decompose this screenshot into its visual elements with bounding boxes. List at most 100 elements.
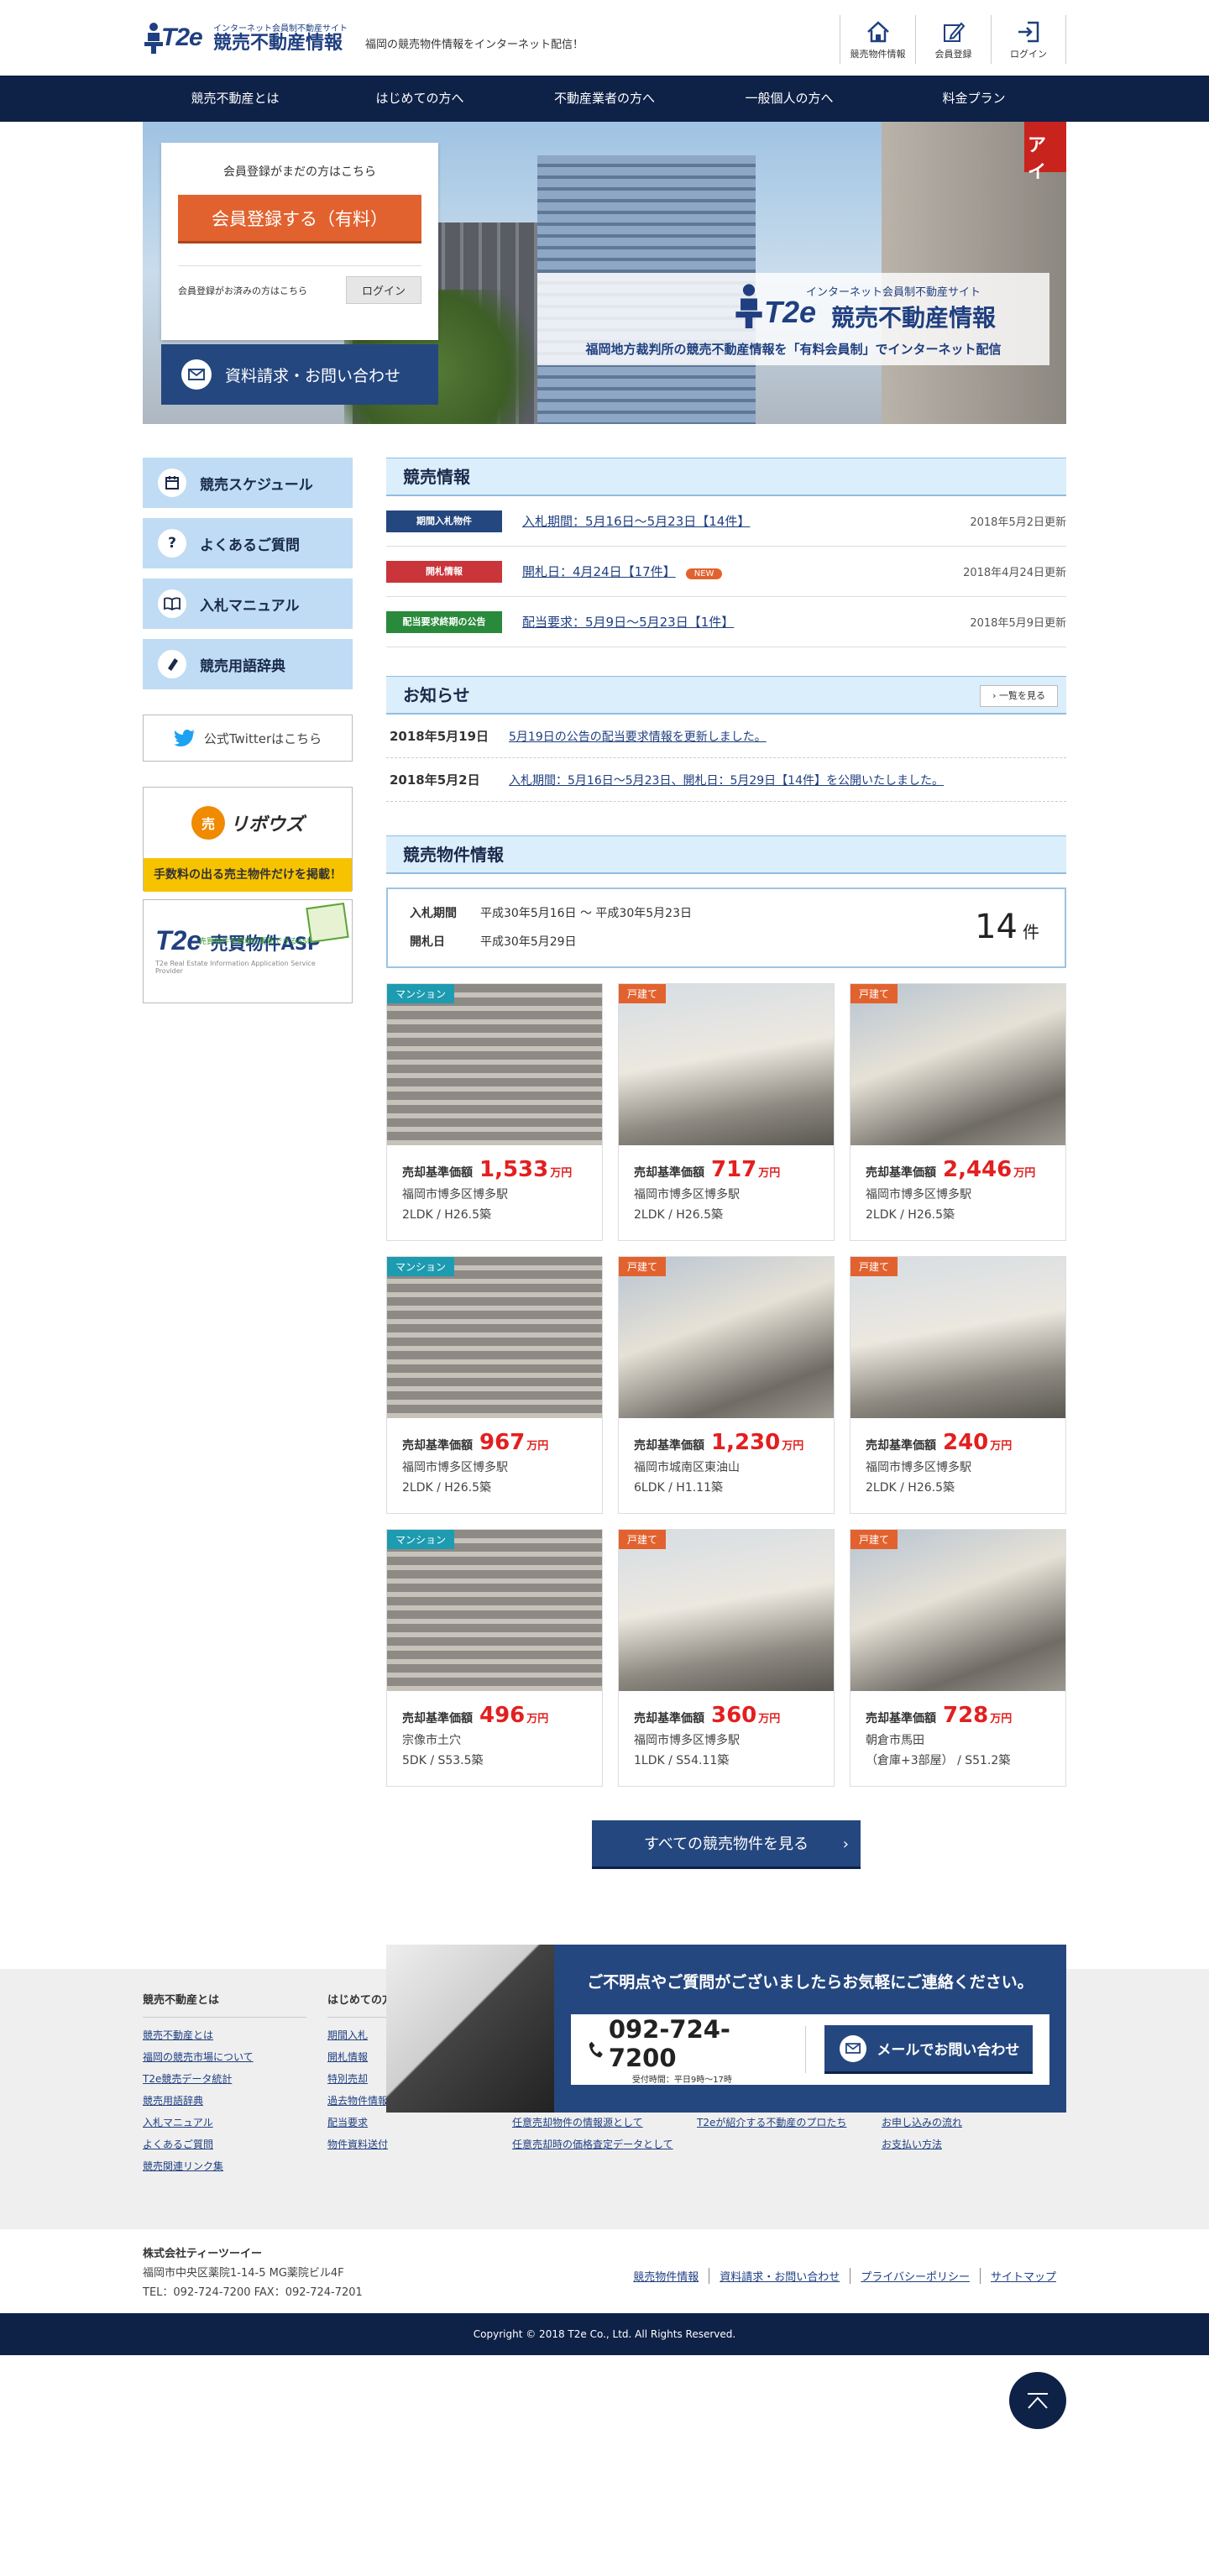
header-nav-label: ログイン [1010,49,1047,60]
view-all-properties-button[interactable]: すべての競売物件を見る › [592,1820,861,1869]
divider [178,265,421,266]
ribouzu-banner[interactable]: 売 リボウズ 手数料の出る売主物件だけを掲載！ [143,787,353,892]
global-nav-beginners[interactable]: はじめての方へ [327,76,512,122]
register-button[interactable]: 会員登録する（有料） [178,195,421,243]
mail-icon [840,2034,867,2062]
property-card[interactable]: 戸建て 売却基準価額 717 万円 福岡市博多区博多駅 2LDK / H26.5築 [618,983,835,1241]
property-photo: マンション [387,1530,602,1691]
property-photo: 戸建て [619,1257,834,1418]
property-card[interactable]: マンション 売却基準価額 496 万円 宗像市土穴 5DK / S53.5築 [386,1529,603,1787]
chevron-right-icon: › [842,1835,849,1853]
footer-link-properties[interactable]: 競売物件情報 [623,2268,709,2284]
mail-contact-button[interactable]: メールでお問い合わせ [824,2025,1033,2074]
header-nav: 競売物件情報 会員登録 ログイン [840,15,1066,64]
property-card[interactable]: マンション 売却基準価額 1,533 万円 福岡市博多区博多駅 2LDK / H26.5築 [386,983,603,1241]
back-to-top-button[interactable] [1009,2372,1066,2429]
footer-nav-link[interactable]: 入札マニュアル [143,2112,306,2134]
global-nav-pricing[interactable]: 料金プラン [882,76,1066,122]
footer-link-privacy[interactable]: プライバシーポリシー [850,2268,980,2284]
global-nav-individuals[interactable]: 一般個人の方へ [697,76,882,122]
sidebar-item-dictionary[interactable]: 競売用語辞典 [143,639,353,689]
property-card[interactable]: 戸建て 売却基準価額 240 万円 福岡市博多区博多駅 2LDK / H26.5築 [850,1256,1066,1514]
twitter-icon [173,730,195,746]
price-value: 1,533 [479,1157,549,1182]
footer-links: 競売物件情報 資料請求・お問い合わせ プライバシーポリシー サイトマップ [623,2268,1066,2284]
news-date: 2018年5月2日 [390,772,480,788]
view-all-label: すべての競売物件を見る [643,1835,809,1853]
document-request-button[interactable]: 資料請求・お問い合わせ [161,344,438,405]
footer-nav-link[interactable]: お申し込みの流れ [882,2112,1045,2134]
site-logo[interactable]: T2e インターネット会員制不動産サイト 競売不動産情報 [143,20,348,54]
auction-link[interactable]: 入札期間：5月16日〜5月23日【14件】 [522,512,970,530]
footer-nav-link[interactable]: 配当要求 [327,2112,491,2134]
property-card[interactable]: 戸建て 売却基準価額 1,230 万円 福岡市城南区東油山 6LDK / H1.11築 [618,1256,835,1514]
footer-nav-link[interactable]: 競売関連リンク集 [143,2155,306,2177]
header-nav-register[interactable]: 会員登録 [915,15,991,64]
news-date: 2018年5月19日 [390,729,489,744]
property-type-badge: 戸建て [850,1530,898,1549]
property-card[interactable]: 戸建て 売却基準価額 360 万円 福岡市博多区博多駅 1LDK / S54.11築 [618,1529,835,1787]
auction-updated: 2018年4月24日更新 [963,567,1066,579]
footer-link-contact[interactable]: 資料請求・お問い合わせ [709,2268,850,2284]
header-nav-properties[interactable]: 競売物件情報 [840,15,915,64]
sidebar-item-faq[interactable]: ? よくあるご質問 [143,518,353,568]
price-value: 240 [943,1430,989,1455]
global-nav-about[interactable]: 競売不動産とは [143,76,327,122]
twitter-button[interactable]: 公式Twitterはこちら [143,715,353,762]
news-item: 2018年5月2日 入札期間：5月16日〜5月23日、開札日：5月29日【14件… [386,758,1066,802]
footer-info: 株式会社ティーツーイー 福岡市中央区薬院1-14-5 MG薬院ビル4F TEL：… [143,2229,1066,2313]
price-value: 717 [711,1157,757,1182]
property-card[interactable]: 戸建て 売却基準価額 2,446 万円 福岡市博多区博多駅 2LDK / H26.5築 [850,983,1066,1241]
footer-nav-link[interactable]: T2eが紹介する不動産のプロたち [697,2112,861,2134]
property-count-unit: 件 [1023,922,1039,942]
price-value: 360 [711,1703,757,1728]
footer-nav-link[interactable]: T2e競売データ統計 [143,2068,306,2090]
site-header: T2e インターネット会員制不動産サイト 競売不動産情報 福岡の競売物件情報をイ… [0,0,1209,76]
property-card[interactable]: 戸建て 売却基準価額 728 万円 朝倉市馬田 （倉庫+3部屋） / S51.2築 [850,1529,1066,1787]
company-telfax: TEL：092-724-7200 FAX：092-724-7201 [143,2286,363,2299]
auction-info-list: 期間入札物件 入札期間：5月16日〜5月23日【14件】 2018年5月2日更新… [386,496,1066,647]
house-icon [306,903,349,943]
footer-nav-link[interactable]: 競売用語辞典 [143,2090,306,2112]
property-location: 福岡市博多区博多駅 [402,1188,508,1202]
footer-nav-link[interactable]: 任意売却時の価格査定データとして [512,2134,676,2155]
auction-info-row: 配当要求終期の公告 配当要求：5月9日〜5月23日【1件】 2018年5月9日更… [386,597,1066,647]
auction-link[interactable]: 配当要求：5月9日〜5月23日【1件】 [522,613,970,631]
footer-nav-link[interactable]: 物件資料送付 [327,2134,491,2155]
footer-nav-link[interactable]: よくあるご質問 [143,2134,306,2155]
asp-banner[interactable]: 売買物件を簡単に更新できるASP T2e 売買物件ASP T2e Real Es… [143,899,353,1003]
hero-login-box: 会員登録がまだの方はこちら 会員登録する（有料） 会員登録がお済みの方はこちら … [161,143,438,340]
price-label: 売却基準価額 [634,1166,704,1180]
properties-heading: 競売物件情報 [386,835,1066,874]
property-location: 朝倉市馬田 [866,1734,924,1747]
footer-nav-link[interactable]: 福岡の競売市場について [143,2046,306,2068]
price-label: 売却基準価額 [402,1712,473,1725]
property-spec: 2LDK / H26.5築 [402,1208,491,1222]
header-nav-label: 会員登録 [934,49,972,60]
sidebar-item-schedule[interactable]: 競売スケジュール [143,458,353,508]
news-more-button[interactable]: › 一覧を見る [980,685,1058,707]
login-button[interactable]: ログイン [345,276,421,304]
property-card[interactable]: マンション 売却基準価額 967 万円 福岡市博多区博多駅 2LDK / H26.5築 [386,1256,603,1514]
sidebar-item-manual[interactable]: 入札マニュアル [143,579,353,629]
price-label: 売却基準価額 [402,1439,473,1453]
contact-banner: ご不明点やご質問がございましたらお気軽にご連絡ください。 092-724-720… [386,1945,1066,2113]
footer-link-sitemap[interactable]: サイトマップ [979,2268,1066,2284]
global-nav-agents[interactable]: 不動産業者の方へ [512,76,697,122]
property-count: 14 件 [975,908,1039,946]
footer-nav-link[interactable]: 競売不動産とは [143,2024,306,2046]
price-label: 売却基準価額 [866,1439,936,1453]
news-link[interactable]: 5月19日の公告の配当要求情報を更新しました。 [509,728,767,745]
footer-nav-link[interactable]: 任意売却物件の情報源として [512,2112,676,2134]
property-price: 売却基準価額 496 万円 [402,1703,587,1728]
header-nav-login[interactable]: ログイン [991,15,1066,64]
auction-link[interactable]: 開札日：4月24日【17件】 NEW [522,563,963,580]
login-icon [1018,21,1039,43]
property-location: 福岡市博多区博多駅 [402,1461,508,1474]
footer-nav-link[interactable]: お支払い方法 [882,2134,1045,2155]
bid-period-label: 入札期間 [410,907,457,920]
logo-figure-icon [735,284,762,328]
news-link[interactable]: 入札期間：5月16日〜5月23日、開札日：5月29日【14件】を公開いたしました… [509,772,944,788]
property-count-value: 14 [975,908,1018,946]
open-date-value: 平成30年5月29日 [480,935,577,949]
